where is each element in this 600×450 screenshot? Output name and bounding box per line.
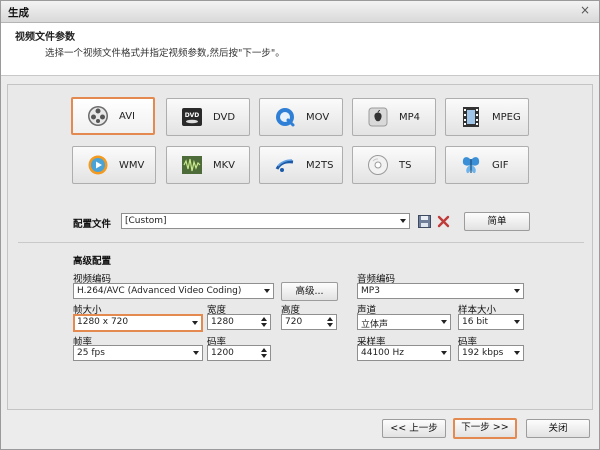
- save-icon[interactable]: [417, 214, 431, 228]
- format-button-mkv[interactable]: MKV: [166, 146, 250, 184]
- format-label: MKV: [213, 159, 236, 171]
- audio-codec-value: MP3: [361, 286, 380, 296]
- media-player-icon: [87, 154, 109, 176]
- chevron-down-icon: [192, 321, 198, 325]
- disc-icon: [367, 154, 389, 176]
- audio-codec-select[interactable]: MP3: [357, 283, 524, 299]
- frame-size-select[interactable]: 1280 x 720: [73, 314, 203, 332]
- page-title: 视频文件参数: [15, 32, 75, 43]
- chevron-down-icon: [514, 289, 520, 293]
- sample-size-value: 16 bit: [462, 317, 489, 327]
- chevron-down-icon: [193, 351, 199, 355]
- spin-down-icon[interactable]: [327, 323, 333, 327]
- butterfly-icon: [460, 154, 482, 176]
- frame-rate-select[interactable]: 25 fps: [73, 345, 203, 361]
- chevron-down-icon: [441, 351, 447, 355]
- chevron-down-icon: [514, 351, 520, 355]
- frame-size-value: 1280 x 720: [77, 317, 129, 327]
- page-subtitle: 选择一个视频文件格式并指定视频参数,然后按"下一步"。: [45, 48, 285, 59]
- window-title: 生成: [8, 7, 29, 19]
- dvd-icon: DVD: [181, 106, 203, 128]
- film-reel-icon: [87, 105, 109, 127]
- advanced-codec-button[interactable]: 高级...: [281, 282, 338, 301]
- spin-up-icon[interactable]: [261, 348, 267, 352]
- video-codec-select[interactable]: H.264/AVC (Advanced Video Coding): [73, 283, 274, 299]
- format-button-mov[interactable]: MOV: [259, 98, 343, 136]
- waveform-icon: [181, 154, 203, 176]
- bluray-icon: [274, 154, 296, 176]
- spin-up-icon[interactable]: [261, 317, 267, 321]
- audio-bitrate-select[interactable]: 192 kbps: [458, 345, 524, 361]
- sample-rate-select[interactable]: 44100 Hz: [357, 345, 451, 361]
- settings-panel: AVI DVD DVD MOV MP4 MPEG WMV MKV M2TS TS…: [7, 84, 593, 410]
- width-value: 1280: [211, 317, 234, 327]
- channels-select[interactable]: 立体声: [357, 314, 451, 330]
- format-label: WMV: [119, 159, 145, 171]
- format-button-wmv[interactable]: WMV: [72, 146, 156, 184]
- apple-icon: [367, 106, 389, 128]
- film-strip-icon: [460, 106, 482, 128]
- width-stepper[interactable]: 1280: [207, 314, 271, 330]
- format-button-mp4[interactable]: MP4: [352, 98, 436, 136]
- sample-rate-value: 44100 Hz: [361, 348, 404, 358]
- close-icon[interactable]: ×: [578, 4, 592, 18]
- page-header: 视频文件参数 选择一个视频文件格式并指定视频参数,然后按"下一步"。: [1, 23, 599, 76]
- format-label: AVI: [119, 110, 135, 122]
- format-button-mpeg[interactable]: MPEG: [445, 98, 529, 136]
- delete-icon[interactable]: [436, 214, 450, 228]
- format-label: M2TS: [306, 159, 334, 171]
- video-bitrate-value: 1200: [211, 348, 234, 358]
- profile-value: [Custom]: [125, 216, 167, 226]
- format-label: DVD: [213, 111, 236, 123]
- video-codec-value: H.264/AVC (Advanced Video Coding): [77, 286, 242, 296]
- chevron-down-icon: [400, 219, 406, 223]
- spin-down-icon[interactable]: [261, 323, 267, 327]
- title-bar: 生成 ×: [1, 1, 599, 23]
- dialog-window: 生成 × 视频文件参数 选择一个视频文件格式并指定视频参数,然后按"下一步"。 …: [0, 0, 600, 450]
- channels-value: 立体声: [361, 320, 389, 330]
- spin-up-icon[interactable]: [327, 317, 333, 321]
- svg-text:DVD: DVD: [185, 112, 200, 119]
- audio-bitrate-value: 192 kbps: [462, 348, 504, 358]
- format-button-ts[interactable]: TS: [352, 146, 436, 184]
- format-label: MOV: [306, 111, 330, 123]
- format-label: MP4: [399, 111, 421, 123]
- profile-select[interactable]: [Custom]: [121, 213, 410, 229]
- quicktime-icon: [274, 106, 296, 128]
- next-button[interactable]: 下一步 >>: [453, 418, 517, 439]
- frame-rate-value: 25 fps: [77, 348, 105, 358]
- spin-down-icon[interactable]: [261, 354, 267, 358]
- simple-button[interactable]: 简单: [464, 212, 530, 231]
- format-label: GIF: [492, 159, 509, 171]
- divider: [18, 242, 584, 243]
- format-button-dvd[interactable]: DVD DVD: [166, 98, 250, 136]
- previous-button[interactable]: << 上一步: [382, 419, 446, 438]
- close-button[interactable]: 关闭: [526, 419, 590, 438]
- chevron-down-icon: [514, 320, 520, 324]
- format-button-m2ts[interactable]: M2TS: [259, 146, 343, 184]
- chevron-down-icon: [441, 320, 447, 324]
- height-value: 720: [285, 317, 303, 327]
- format-button-gif[interactable]: GIF: [445, 146, 529, 184]
- sample-size-select[interactable]: 16 bit: [458, 314, 524, 330]
- video-bitrate-stepper[interactable]: 1200: [207, 345, 271, 361]
- format-button-avi[interactable]: AVI: [71, 97, 155, 135]
- format-label: MPEG: [492, 111, 521, 123]
- advanced-section-title: 高级配置: [73, 256, 112, 267]
- height-stepper[interactable]: 720: [281, 314, 337, 330]
- format-label: TS: [399, 159, 412, 171]
- profile-label: 配置文件: [73, 219, 112, 230]
- chevron-down-icon: [264, 289, 270, 293]
